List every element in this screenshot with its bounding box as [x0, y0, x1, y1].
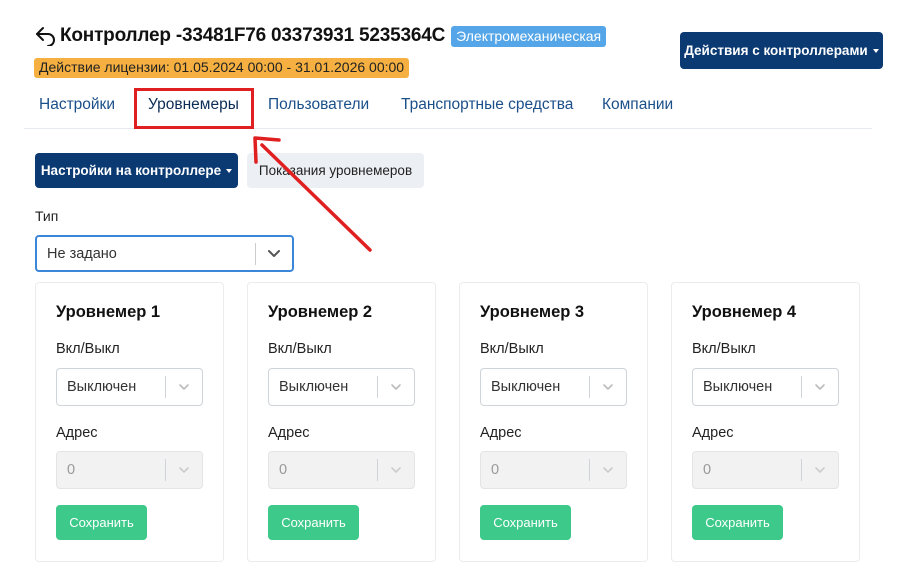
- save-button[interactable]: Сохранить: [268, 505, 359, 540]
- onoff-value: Выключен: [279, 379, 349, 395]
- chevron-down-icon: [166, 383, 202, 391]
- chevron-down-icon: [590, 466, 626, 474]
- chevron-down-icon: [802, 466, 838, 474]
- gauge-card-4: Уровнемер 4 Вкл/Выкл Выключен Адрес 0 Со…: [671, 282, 860, 562]
- address-select: 0: [480, 451, 627, 489]
- chevron-down-icon: [166, 466, 202, 474]
- gauge-card-2: Уровнемер 2 Вкл/Выкл Выключен Адрес 0 Со…: [247, 282, 436, 562]
- onoff-label: Вкл/Выкл: [56, 341, 120, 357]
- onoff-value: Выключен: [703, 379, 773, 395]
- address-value: 0: [67, 462, 76, 478]
- onoff-label: Вкл/Выкл: [480, 341, 544, 357]
- onoff-label: Вкл/Выкл: [268, 341, 332, 357]
- address-select: 0: [268, 451, 415, 489]
- address-value: 0: [703, 462, 712, 478]
- controller-settings-label: Настройки на контроллере: [40, 163, 222, 178]
- chevron-down-icon: [590, 383, 626, 391]
- tab-level-gauges[interactable]: Уровнемеры: [148, 96, 239, 114]
- caret-down-icon: [226, 168, 233, 173]
- gauge-card-3: Уровнемер 3 Вкл/Выкл Выключен Адрес 0 Со…: [459, 282, 648, 562]
- gauge-title: Уровнемер 2: [268, 303, 373, 321]
- back-arrow-icon[interactable]: [34, 25, 58, 47]
- tab-settings[interactable]: Настройки: [39, 96, 115, 114]
- type-label: Тип: [35, 208, 59, 224]
- address-label: Адрес: [692, 425, 734, 441]
- onoff-select[interactable]: Выключен: [480, 368, 627, 406]
- address-select: 0: [56, 451, 203, 489]
- gauge-title: Уровнемер 1: [56, 303, 161, 321]
- save-button[interactable]: Сохранить: [56, 505, 147, 540]
- onoff-select[interactable]: Выключен: [56, 368, 203, 406]
- onoff-select[interactable]: Выключен: [692, 368, 839, 406]
- tab-users[interactable]: Пользователи: [268, 96, 369, 114]
- onoff-label: Вкл/Выкл: [692, 341, 756, 357]
- license-badge: Действие лицензии: 01.05.2024 00:00 - 31…: [34, 58, 410, 78]
- controller-actions-label: Действия с контроллерами: [684, 43, 868, 58]
- address-select: 0: [692, 451, 839, 489]
- chevron-down-icon: [802, 383, 838, 391]
- gauge-title: Уровнемер 3: [480, 303, 585, 321]
- onoff-select[interactable]: Выключен: [268, 368, 415, 406]
- caret-down-icon: [872, 48, 879, 53]
- onoff-value: Выключен: [67, 379, 137, 395]
- address-value: 0: [491, 462, 500, 478]
- controller-settings-button[interactable]: Настройки на контроллере: [35, 153, 238, 188]
- gauge-title: Уровнемер 4: [692, 303, 797, 321]
- save-button[interactable]: Сохранить: [692, 505, 783, 540]
- tab-vehicles[interactable]: Транспортные средства: [401, 96, 573, 114]
- gauge-card-1: Уровнемер 1 Вкл/Выкл Выключен Адрес 0 Со…: [35, 282, 224, 562]
- onoff-value: Выключен: [491, 379, 561, 395]
- type-badge: Электромеханическая: [451, 25, 607, 47]
- address-label: Адрес: [56, 425, 98, 441]
- chevron-down-icon: [378, 466, 414, 474]
- tab-companies[interactable]: Компании: [602, 96, 673, 114]
- chevron-down-icon: [256, 249, 292, 258]
- gauge-readings-button[interactable]: Показания уровнемеров: [247, 153, 424, 188]
- address-value: 0: [279, 462, 288, 478]
- type-select[interactable]: Не задано: [35, 235, 294, 272]
- address-label: Адрес: [268, 425, 310, 441]
- page-title: Контроллер -33481F76 03373931 5235364C: [60, 25, 446, 46]
- type-select-value: Не задано: [47, 245, 117, 262]
- save-button[interactable]: Сохранить: [480, 505, 571, 540]
- address-label: Адрес: [480, 425, 522, 441]
- tab-bar: Настройки Уровнемеры Пользователи Трансп…: [24, 88, 872, 129]
- chevron-down-icon: [378, 383, 414, 391]
- controller-actions-button[interactable]: Действия с контроллерами: [680, 32, 883, 69]
